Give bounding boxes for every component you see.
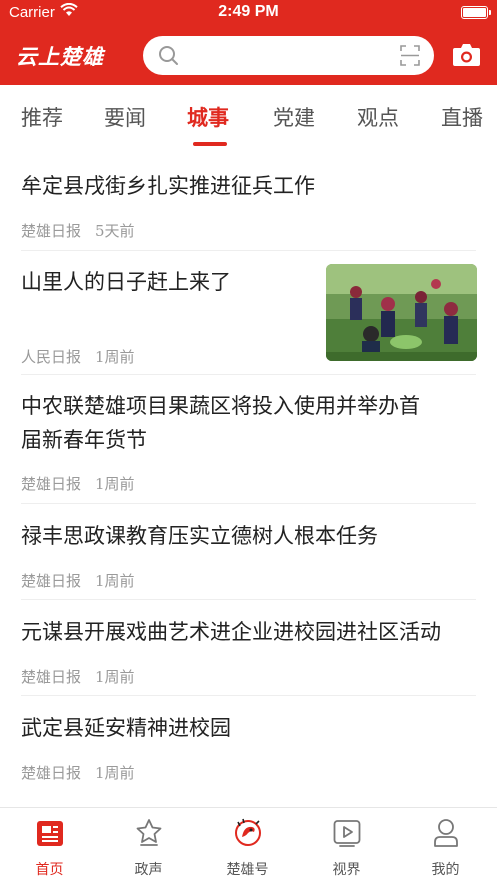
status-bar: Carrier 2:49 PM bbox=[0, 0, 497, 26]
nav-label: 楚雄号 bbox=[226, 862, 269, 878]
news-time: 1周前 bbox=[95, 475, 135, 493]
video-play-icon bbox=[333, 820, 361, 847]
nav-profile[interactable]: 我的 bbox=[396, 808, 495, 883]
tab-party[interactable]: 党建 bbox=[273, 102, 315, 132]
news-item[interactable]: 中农联楚雄项目果蔬区将投入使用并举办首 届新春年货节 楚雄日报 1周前 bbox=[0, 375, 497, 504]
news-source: 人民日报 bbox=[21, 348, 82, 366]
bottom-nav: 首页 政声 楚雄号 视界 我的 bbox=[0, 807, 497, 883]
news-source: 楚雄日报 bbox=[21, 222, 82, 240]
tab-recommend[interactable]: 推荐 bbox=[21, 102, 63, 132]
tab-live[interactable]: 直播 bbox=[441, 102, 483, 132]
news-time: 1周前 bbox=[95, 348, 135, 366]
news-meta: 楚雄日报 1周前 bbox=[21, 666, 135, 687]
news-meta: 楚雄日报 1周前 bbox=[21, 570, 135, 591]
news-time: 1周前 bbox=[95, 668, 135, 686]
field-workers-image bbox=[326, 264, 477, 361]
news-item[interactable]: 牟定县戌街乡扎实推进征兵工作 楚雄日报 5天前 bbox=[0, 149, 497, 251]
news-source: 楚雄日报 bbox=[21, 572, 82, 590]
news-source: 楚雄日报 bbox=[21, 475, 82, 493]
news-item[interactable]: 元谋县开展戏曲艺术进企业进校园进社区活动 楚雄日报 1周前 bbox=[0, 600, 497, 696]
news-title: 山里人的日子赶上来了 bbox=[21, 270, 231, 294]
user-profile-icon bbox=[434, 819, 458, 847]
nav-label: 视界 bbox=[332, 862, 361, 878]
tab-city[interactable]: 城事 bbox=[187, 102, 229, 132]
nav-home[interactable]: 首页 bbox=[0, 808, 99, 883]
search-bar[interactable] bbox=[143, 36, 434, 75]
news-meta: 人民日报 1周前 bbox=[21, 346, 135, 367]
news-item[interactable]: 山里人的日子赶上来了 人民日报 1周前 bbox=[0, 251, 497, 375]
star-badge-icon bbox=[136, 819, 162, 846]
tab-opinion[interactable]: 观点 bbox=[357, 102, 399, 132]
nav-politics[interactable]: 政声 bbox=[99, 808, 198, 883]
news-meta: 楚雄日报 5天前 bbox=[21, 220, 135, 241]
search-icon bbox=[159, 46, 178, 65]
news-time: 1周前 bbox=[95, 572, 135, 590]
active-tab-indicator bbox=[193, 142, 227, 146]
nav-label: 政声 bbox=[134, 862, 163, 878]
news-meta: 楚雄日报 1周前 bbox=[21, 473, 135, 494]
phoenix-logo-icon bbox=[235, 818, 261, 846]
news-time: 1周前 bbox=[95, 764, 135, 782]
news-thumbnail bbox=[326, 264, 477, 361]
news-source: 楚雄日报 bbox=[21, 764, 82, 782]
news-title: 禄丰思政课教育压实立德树人根本任务 bbox=[21, 524, 378, 548]
nav-video[interactable]: 视界 bbox=[297, 808, 396, 883]
app-header: 云上楚雄 bbox=[0, 26, 497, 85]
nav-label: 我的 bbox=[431, 862, 460, 878]
news-home-icon bbox=[37, 821, 63, 846]
scan-icon[interactable] bbox=[400, 45, 420, 66]
battery-icon bbox=[461, 6, 491, 19]
app-logo: 云上楚雄 bbox=[16, 44, 104, 69]
news-source: 楚雄日报 bbox=[21, 668, 82, 686]
news-title-line2: 届新春年货节 bbox=[21, 428, 147, 452]
nav-label: 首页 bbox=[35, 862, 64, 878]
news-item[interactable]: 禄丰思政课教育压实立德树人根本任务 楚雄日报 1周前 bbox=[0, 504, 497, 600]
news-title: 武定县延安精神进校园 bbox=[21, 716, 231, 740]
camera-icon[interactable] bbox=[452, 43, 481, 67]
news-item[interactable]: 武定县延安精神进校园 楚雄日报 1周前 bbox=[0, 696, 497, 792]
tab-headlines[interactable]: 要闻 bbox=[104, 102, 146, 132]
news-title: 牟定县戌街乡扎实推进征兵工作 bbox=[21, 174, 315, 198]
news-title: 元谋县开展戏曲艺术进企业进校园进社区活动 bbox=[21, 620, 441, 644]
clock: 2:49 PM bbox=[218, 3, 279, 20]
news-meta: 楚雄日报 1周前 bbox=[21, 762, 135, 783]
channel-tabs: 推荐 要闻 城事 党建 观点 直播 bbox=[0, 85, 497, 149]
nav-chuxiong-hao[interactable]: 楚雄号 bbox=[198, 808, 297, 883]
news-title: 中农联楚雄项目果蔬区将投入使用并举办首 bbox=[21, 394, 420, 418]
news-time: 5天前 bbox=[95, 222, 135, 240]
